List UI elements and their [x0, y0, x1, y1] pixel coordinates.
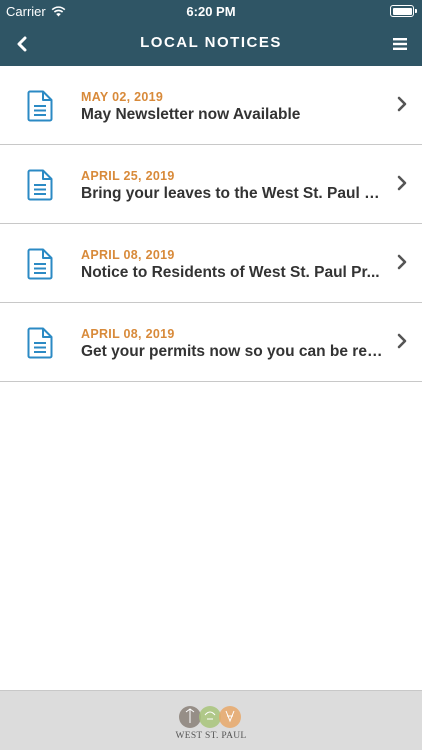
notice-date: APRIL 08, 2019 [81, 327, 175, 341]
notice-title: May Newsletter now Available [81, 106, 301, 123]
chevron-right-icon [397, 254, 407, 270]
back-button[interactable] [10, 32, 34, 56]
status-time: 6:20 PM [186, 4, 236, 19]
document-icon [27, 169, 53, 201]
notice-date: APRIL 25, 2019 [81, 169, 175, 183]
logo-wordmark: WEST ST. PAUL [175, 731, 247, 741]
notice-row[interactable]: APRIL 25, 2019 Bring your leaves to the … [0, 145, 422, 224]
menu-button[interactable] [390, 34, 410, 54]
chevron-right-icon [397, 175, 407, 191]
document-icon [27, 327, 53, 359]
notices-list: MAY 02, 2019 May Newsletter now Availabl… [0, 66, 422, 382]
chevron-left-icon [17, 36, 27, 52]
notice-row[interactable]: APRIL 08, 2019 Notice to Residents of We… [0, 224, 422, 303]
battery-icon [390, 5, 417, 17]
footer-bar: WEST ST. PAUL [0, 690, 422, 750]
navigation-bar: LOCAL NOTICES [0, 22, 422, 66]
notice-row[interactable]: APRIL 08, 2019 Get your permits now so y… [0, 303, 422, 382]
status-bar: Carrier 6:20 PM [0, 0, 422, 22]
notice-title: Notice to Residents of West St. Paul Pr.… [81, 264, 380, 281]
document-icon [27, 248, 53, 280]
notice-date: MAY 02, 2019 [81, 90, 164, 104]
page-title: LOCAL NOTICES [140, 34, 282, 51]
chevron-right-icon [397, 333, 407, 349]
document-icon [27, 90, 53, 122]
notice-row[interactable]: MAY 02, 2019 May Newsletter now Availabl… [0, 66, 422, 145]
chevron-right-icon [397, 96, 407, 112]
notice-date: APRIL 08, 2019 [81, 248, 175, 262]
notice-title: Get your permits now so you can be rea..… [81, 343, 383, 360]
notice-title: Bring your leaves to the West St. Paul S… [81, 185, 383, 202]
hamburger-menu-icon [393, 38, 407, 50]
